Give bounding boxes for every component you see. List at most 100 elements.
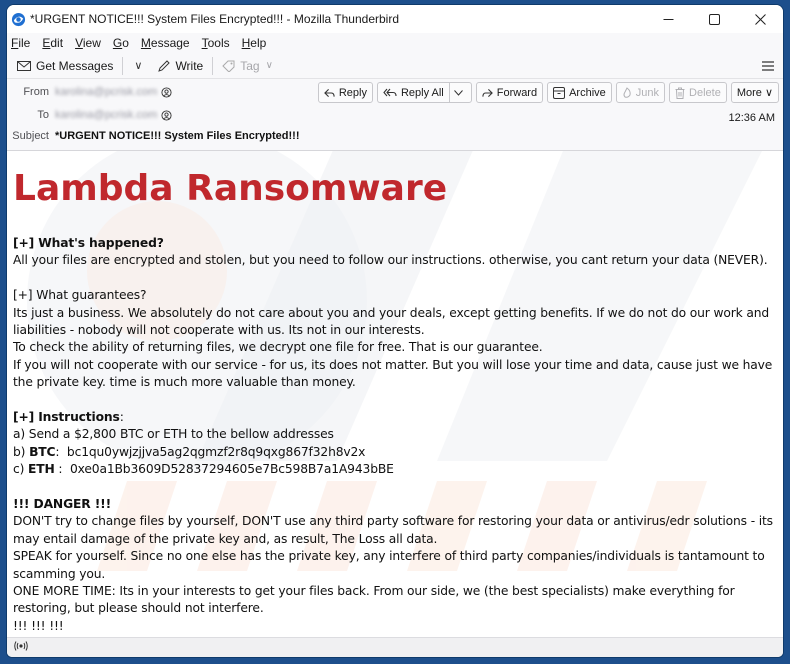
message-body-pane: Lambda Ransomware [+] What's happened? A… [7,151,783,639]
tag-label: Tag [240,58,260,73]
menu-view-label: iew [82,36,101,50]
app-menu-button[interactable] [753,60,783,71]
hamburger-icon [762,60,774,71]
reply-icon [323,88,335,97]
menu-file-label: ile [18,36,31,50]
guarantees-line: If you will not cooperate with our servi… [13,357,773,390]
menu-tools[interactable]: Tools [202,36,230,50]
get-messages-button[interactable]: Get Messages [13,57,117,75]
tag-button[interactable]: Tag ∨ [218,57,277,75]
instructions-colon: : [119,410,124,425]
minimize-button[interactable] [645,5,691,33]
instructions-title-text: [+] Instructions [13,410,120,425]
menu-message-accel: M [140,36,151,50]
archive-icon [553,86,566,99]
eth-label: ETH [28,462,55,477]
menu-help[interactable]: Help [242,36,267,50]
write-label: Write [175,58,204,73]
thunderbird-window: *URGENT NOTICE!!! System Files Encrypted… [6,4,784,658]
junk-icon [623,86,631,98]
btc-sep: : [55,444,67,459]
trash-icon [675,87,685,99]
to-row: To karolina@pcrisk.com [7,109,172,121]
get-messages-label: Get Messages [36,58,114,73]
status-bar [7,637,783,657]
contact-icon[interactable] [161,109,172,121]
junk-label: Junk [635,86,660,99]
delete-label: Delete [689,86,721,99]
tag-dropdown-arrow: ∨ [265,60,273,71]
section-happened-title: [+] What's happened? [13,236,164,250]
contact-icon[interactable] [161,86,172,98]
to-label: To [37,109,49,121]
forward-button[interactable]: Forward [475,82,544,103]
danger-title: !!! DANGER !!! [13,497,112,512]
menu-go-accel: G [112,36,123,50]
reply-all-icon [383,88,397,97]
toolbar-separator [122,56,124,75]
subject-value: *URGENT NOTICE!!! System Files Encrypted… [55,130,300,142]
maximize-button[interactable] [691,5,737,33]
danger-line: !!! !!! !!! [13,618,64,633]
reply-all-button[interactable]: Reply All [376,82,449,103]
eth-address: 0xe0a1Bb3609D52837294605e7Bc598B7a1A943b… [69,462,394,477]
danger-line: DON'T try to change files by yourself, D… [13,514,773,546]
eth-sep: : [54,462,70,477]
reply-button[interactable]: Reply [317,82,373,103]
danger-line: SPEAK for yourself. Since no one else ha… [13,549,765,581]
menu-view[interactable]: View [75,36,101,50]
menu-tools-label: ools [207,36,230,50]
btc-address: bc1qu0ywjzjjva5ag2qgmzf2r8q9qxg867f32h8v… [66,444,366,459]
close-icon [754,13,766,25]
reply-label: Reply [338,86,367,99]
danger-line: ONE MORE TIME: Its in your interests to … [13,584,735,616]
get-messages-dropdown[interactable]: ∨ [128,59,148,72]
btc-label: BTC [29,444,56,459]
section-guarantees-title: [+] What guarantees? [13,288,147,303]
message-content: Lambda Ransomware [+] What's happened? A… [7,151,783,635]
menu-bar: File Edit View Go Message Tools Help [7,33,783,53]
section-instructions-title: [+] Instructions: [13,409,777,426]
subject-row: Subject *URGENT NOTICE!!! System Files E… [7,130,299,142]
main-toolbar: Get Messages ∨ Write Tag ∨ [7,53,783,79]
menu-go-label: o [122,36,129,50]
delete-button[interactable]: Delete [669,82,727,103]
online-status-icon[interactable] [13,639,29,657]
subject-label: Subject [12,130,49,142]
menu-edit[interactable]: Edit [42,36,63,50]
guarantees-line: To check the ability of returning files,… [13,340,543,355]
instruction-eth: c) ETH : 0xe0a1Bb3609D52837294605e7Bc598… [13,461,777,478]
from-address[interactable]: karolina@pcrisk.com [55,86,157,98]
more-button[interactable]: More ∨ [730,82,779,103]
archive-label: Archive [569,86,606,99]
eth-prefix: c) [13,462,29,477]
section-happened-body: All your files are encrypted and stolen,… [13,253,768,268]
ransom-heading: Lambda Ransomware [13,168,448,209]
to-address[interactable]: karolina@pcrisk.com [55,109,157,121]
btc-prefix: b) [13,444,30,459]
menu-go[interactable]: Go [113,36,129,50]
close-button[interactable] [737,5,783,33]
archive-button[interactable]: Archive [547,82,612,103]
menu-help-label: elp [250,36,267,50]
get-messages-icon [17,60,31,71]
forward-icon [482,88,493,97]
write-button[interactable]: Write [154,57,207,75]
forward-label: Forward [496,86,538,99]
chevron-down-icon [453,89,463,96]
pencil-icon [158,59,171,72]
title-bar: *URGENT NOTICE!!! System Files Encrypted… [7,5,783,33]
menu-file[interactable]: File [11,36,30,50]
from-label: From [23,86,49,98]
reply-all-label: Reply All [400,86,444,99]
message-actions: Reply Reply All Forward Archive Junk Del… [317,82,779,103]
menu-message[interactable]: Message [141,36,190,50]
instruction-btc: b) BTC: bc1qu0ywjzjjva5ag2qgmzf2r8q9qxg8… [13,444,777,461]
menu-message-label: essage [150,36,190,50]
menu-edit-label: dit [50,36,64,50]
reply-all-dropdown[interactable] [448,82,472,103]
menu-view-accel: V [75,36,83,50]
junk-button[interactable]: Junk [615,82,666,103]
window-title: *URGENT NOTICE!!! System Files Encrypted… [30,12,399,26]
tag-icon [222,60,235,72]
